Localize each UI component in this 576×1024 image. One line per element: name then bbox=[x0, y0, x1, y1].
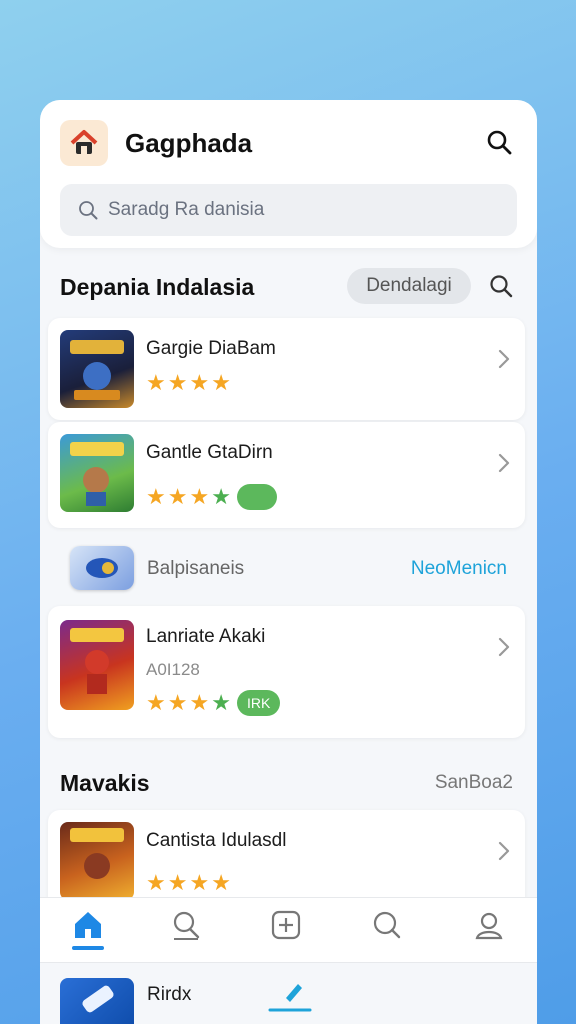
app-logo[interactable] bbox=[60, 120, 108, 166]
game-thumbnail bbox=[60, 434, 134, 512]
star-icon: ★ bbox=[167, 870, 188, 895]
game-art-icon bbox=[86, 558, 118, 578]
star-rating: ★ ★ ★ ★ bbox=[146, 484, 277, 510]
search-field-icon bbox=[79, 201, 98, 220]
status-badge: IRK bbox=[236, 690, 281, 716]
star-icon: ★ bbox=[167, 370, 188, 395]
search-icon[interactable] bbox=[488, 273, 514, 299]
edit-icon[interactable] bbox=[268, 976, 312, 1016]
star-icon: ★ bbox=[189, 690, 210, 715]
item-title: Gargie DiaBam bbox=[146, 338, 276, 359]
section-header: Depania Indalasia Dendalagi bbox=[40, 268, 537, 308]
star-rating: ★ ★ ★ ★ bbox=[146, 372, 231, 394]
see-all-link[interactable]: SanBoa2 bbox=[435, 772, 513, 794]
list-item[interactable]: Gargie DiaBam ★ ★ ★ ★ bbox=[48, 318, 525, 420]
section-header: Mavakis SanBoa2 bbox=[40, 764, 537, 804]
search-alt-icon[interactable] bbox=[370, 908, 404, 942]
star-icon: ★ bbox=[189, 484, 210, 509]
chevron-right-icon[interactable] bbox=[497, 636, 511, 658]
promo-label: Balpisaneis bbox=[147, 558, 245, 579]
promo-thumbnail bbox=[70, 546, 134, 590]
bottom-tab-bar bbox=[40, 897, 537, 963]
search-input[interactable]: Saradg Ra danisia bbox=[60, 184, 517, 236]
star-icon: ★ bbox=[146, 370, 166, 395]
item-subtitle: A0I128 bbox=[146, 660, 200, 679]
search-icon[interactable] bbox=[169, 908, 203, 942]
chevron-right-icon[interactable] bbox=[497, 840, 511, 862]
list-item[interactable]: Gantle GtaDirn ★ ★ ★ ★ bbox=[48, 422, 525, 528]
section-title: Mavakis bbox=[60, 770, 150, 796]
list-item[interactable]: Rirdx bbox=[40, 964, 537, 1024]
game-thumbnail bbox=[60, 978, 134, 1024]
promo-row[interactable]: Balpisaneis NeoMenicn bbox=[40, 544, 537, 594]
chevron-right-icon[interactable] bbox=[497, 348, 511, 370]
game-thumbnail bbox=[60, 822, 134, 900]
star-rating: ★ ★ ★ ★ bbox=[146, 872, 231, 894]
star-rating: ★ ★ ★ ★ IRK bbox=[146, 690, 281, 716]
star-icon: ★ bbox=[146, 690, 166, 715]
add-icon[interactable] bbox=[269, 908, 303, 942]
active-tab-indicator bbox=[72, 946, 104, 950]
game-art-icon bbox=[70, 628, 124, 694]
game-art-icon bbox=[70, 828, 124, 879]
status-badge bbox=[236, 484, 277, 510]
star-icon: ★ bbox=[211, 370, 231, 395]
star-icon: ★ bbox=[189, 370, 210, 395]
item-title: Rirdx bbox=[147, 984, 192, 1005]
promo-link[interactable]: NeoMenicn bbox=[411, 558, 507, 580]
star-icon: ★ bbox=[167, 690, 188, 715]
filter-pill-button[interactable]: Dendalagi bbox=[347, 268, 471, 304]
home-icon[interactable] bbox=[71, 908, 105, 942]
game-thumbnail bbox=[60, 330, 134, 408]
header: Gagphada Saradg Ra danisia bbox=[40, 100, 537, 248]
app-title: Gagphada bbox=[125, 128, 253, 158]
search-placeholder: Saradg Ra danisia bbox=[108, 199, 265, 220]
item-title: Lanriate Akaki bbox=[146, 626, 266, 647]
section-title: Depania Indalasia bbox=[60, 274, 255, 300]
star-icon: ★ bbox=[146, 870, 166, 895]
game-art-icon bbox=[70, 340, 124, 400]
game-thumbnail bbox=[60, 620, 134, 710]
star-icon: ★ bbox=[146, 484, 166, 509]
item-title: Gantle GtaDirn bbox=[146, 442, 273, 463]
home-logo-icon bbox=[70, 130, 98, 154]
game-art-icon bbox=[70, 442, 124, 506]
list-item[interactable]: Lanriate Akaki A0I128 ★ ★ ★ ★ IRK bbox=[48, 606, 525, 738]
star-icon: ★ bbox=[211, 484, 231, 509]
star-icon: ★ bbox=[211, 690, 231, 715]
star-icon: ★ bbox=[211, 870, 231, 895]
chevron-right-icon[interactable] bbox=[497, 452, 511, 474]
profile-icon[interactable] bbox=[472, 908, 506, 942]
star-icon: ★ bbox=[167, 484, 188, 509]
search-icon[interactable] bbox=[485, 128, 513, 156]
app-window: Gagphada Saradg Ra danisia Depania Indal… bbox=[40, 100, 537, 1024]
bandage-icon bbox=[82, 985, 114, 1013]
list-item[interactable]: Cantista Idulasdl ★ ★ ★ ★ bbox=[48, 810, 525, 910]
star-icon: ★ bbox=[189, 870, 210, 895]
item-title: Cantista Idulasdl bbox=[146, 830, 287, 851]
